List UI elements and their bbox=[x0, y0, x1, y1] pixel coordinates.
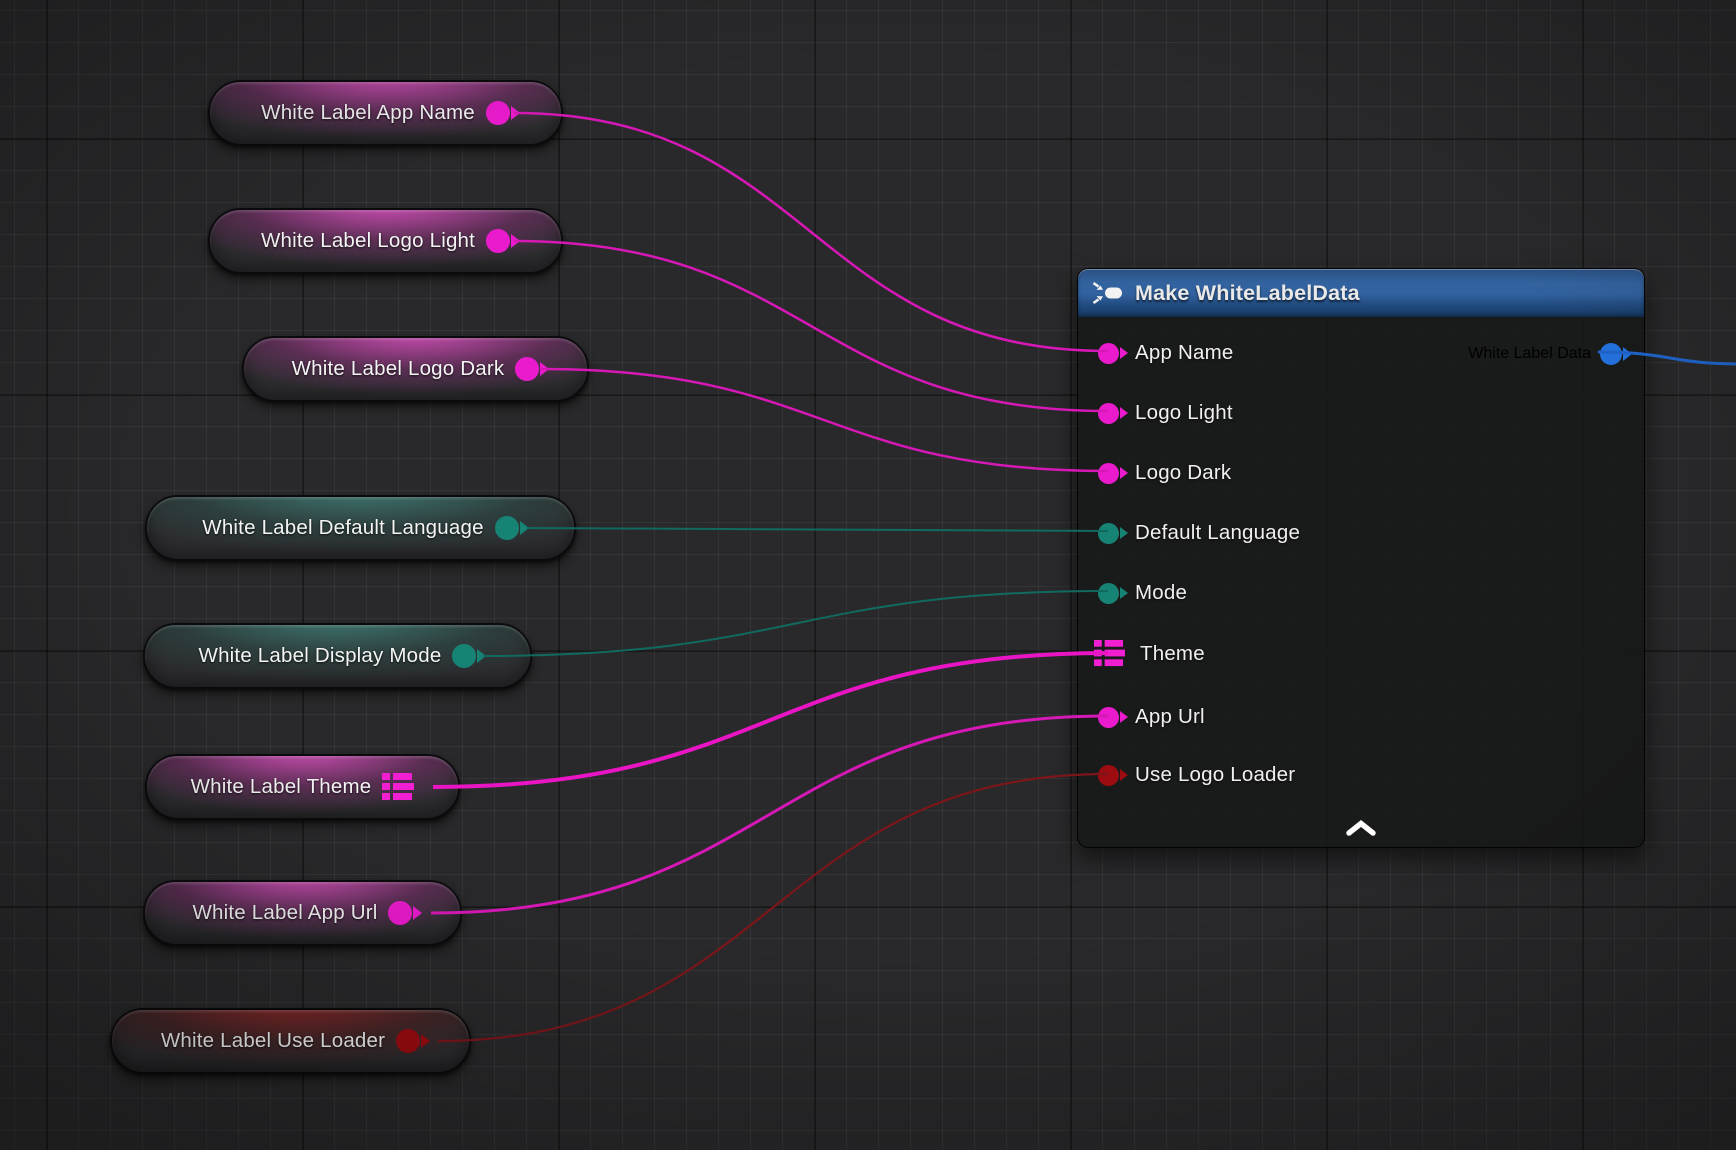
enum-input-pin-icon[interactable] bbox=[1098, 523, 1119, 544]
wire-default-language[interactable] bbox=[527, 528, 1108, 531]
wire-logo-dark[interactable] bbox=[540, 369, 1108, 471]
pin-label: Theme bbox=[1140, 642, 1205, 666]
input-row-logo-dark: Logo Dark bbox=[1078, 457, 1231, 489]
getter-label: White Label Theme bbox=[191, 775, 372, 799]
struct-output-pin-icon[interactable] bbox=[1600, 343, 1622, 365]
getter-node-display-mode[interactable]: White Label Display Mode bbox=[143, 623, 532, 689]
pin-label: White Label Data bbox=[1468, 345, 1591, 363]
make-struct-icon bbox=[1091, 281, 1125, 305]
blueprint-graph-canvas[interactable]: White Label App Name White Label Logo Li… bbox=[0, 0, 1736, 1150]
getter-node-theme[interactable]: White Label Theme bbox=[145, 754, 460, 820]
wire-app-name[interactable] bbox=[514, 113, 1108, 351]
getter-node-app-name[interactable]: White Label App Name bbox=[208, 80, 563, 146]
text-output-pin-icon[interactable] bbox=[486, 101, 510, 125]
wire-use-loader[interactable] bbox=[438, 774, 1108, 1041]
getter-node-use-loader[interactable]: White Label Use Loader bbox=[110, 1008, 471, 1074]
input-row-default-language: Default Language bbox=[1078, 517, 1300, 549]
enum-output-pin-icon[interactable] bbox=[452, 644, 476, 668]
text-input-pin-icon[interactable] bbox=[1098, 403, 1119, 424]
wire-theme[interactable] bbox=[433, 653, 1108, 787]
node-title: Make WhiteLabelData bbox=[1135, 281, 1360, 306]
wire-app-url[interactable] bbox=[431, 716, 1108, 913]
text-input-pin-icon[interactable] bbox=[1098, 707, 1119, 728]
input-row-theme: Theme bbox=[1078, 638, 1205, 670]
text-output-pin-icon[interactable] bbox=[515, 357, 539, 381]
pin-label: Logo Dark bbox=[1135, 461, 1231, 485]
pin-label: Use Logo Loader bbox=[1135, 763, 1295, 787]
enum-input-pin-icon[interactable] bbox=[1098, 583, 1119, 604]
struct-input-pin-icon[interactable] bbox=[1094, 639, 1126, 669]
getter-label: White Label Use Loader bbox=[161, 1029, 385, 1053]
text-input-pin-icon[interactable] bbox=[1098, 463, 1119, 484]
input-row-logo-light: Logo Light bbox=[1078, 397, 1233, 429]
text-input-pin-icon[interactable] bbox=[1098, 343, 1119, 364]
output-row-white-label-data: White Label Data bbox=[1468, 338, 1622, 370]
pin-label: App Url bbox=[1135, 705, 1205, 729]
input-row-mode: Mode bbox=[1078, 577, 1187, 609]
getter-label: White Label Default Language bbox=[202, 516, 483, 540]
input-row-app-name: App Name bbox=[1078, 337, 1233, 369]
pin-label: Mode bbox=[1135, 581, 1187, 605]
getter-node-default-language[interactable]: White Label Default Language bbox=[145, 495, 576, 561]
pin-label: App Name bbox=[1135, 341, 1233, 365]
wire-logo-light[interactable] bbox=[514, 241, 1108, 411]
getter-label: White Label Logo Dark bbox=[292, 357, 505, 381]
getter-node-logo-light[interactable]: White Label Logo Light bbox=[208, 208, 563, 274]
bool-input-pin-icon[interactable] bbox=[1098, 765, 1119, 786]
collapse-node-button[interactable] bbox=[1344, 819, 1378, 837]
make-whitelabeldata-node[interactable]: Make WhiteLabelData App Name Logo Light … bbox=[1077, 268, 1645, 848]
pin-label: Logo Light bbox=[1135, 401, 1233, 425]
getter-node-logo-dark[interactable]: White Label Logo Dark bbox=[242, 336, 589, 402]
text-output-pin-icon[interactable] bbox=[388, 901, 412, 925]
enum-output-pin-icon[interactable] bbox=[495, 516, 519, 540]
input-row-app-url: App Url bbox=[1078, 701, 1205, 733]
input-row-use-logo-loader: Use Logo Loader bbox=[1078, 759, 1295, 791]
node-header[interactable]: Make WhiteLabelData bbox=[1078, 269, 1644, 317]
bool-output-pin-icon[interactable] bbox=[396, 1029, 420, 1053]
getter-label: White Label App Url bbox=[193, 901, 378, 925]
getter-label: White Label App Name bbox=[261, 101, 475, 125]
getter-label: White Label Logo Light bbox=[261, 229, 475, 253]
wire-display-mode[interactable] bbox=[483, 591, 1108, 656]
getter-node-app-url[interactable]: White Label App Url bbox=[143, 880, 462, 946]
getter-label: White Label Display Mode bbox=[199, 644, 442, 668]
text-output-pin-icon[interactable] bbox=[486, 229, 510, 253]
struct-output-pin-icon[interactable] bbox=[382, 772, 414, 802]
pin-label: Default Language bbox=[1135, 521, 1300, 545]
